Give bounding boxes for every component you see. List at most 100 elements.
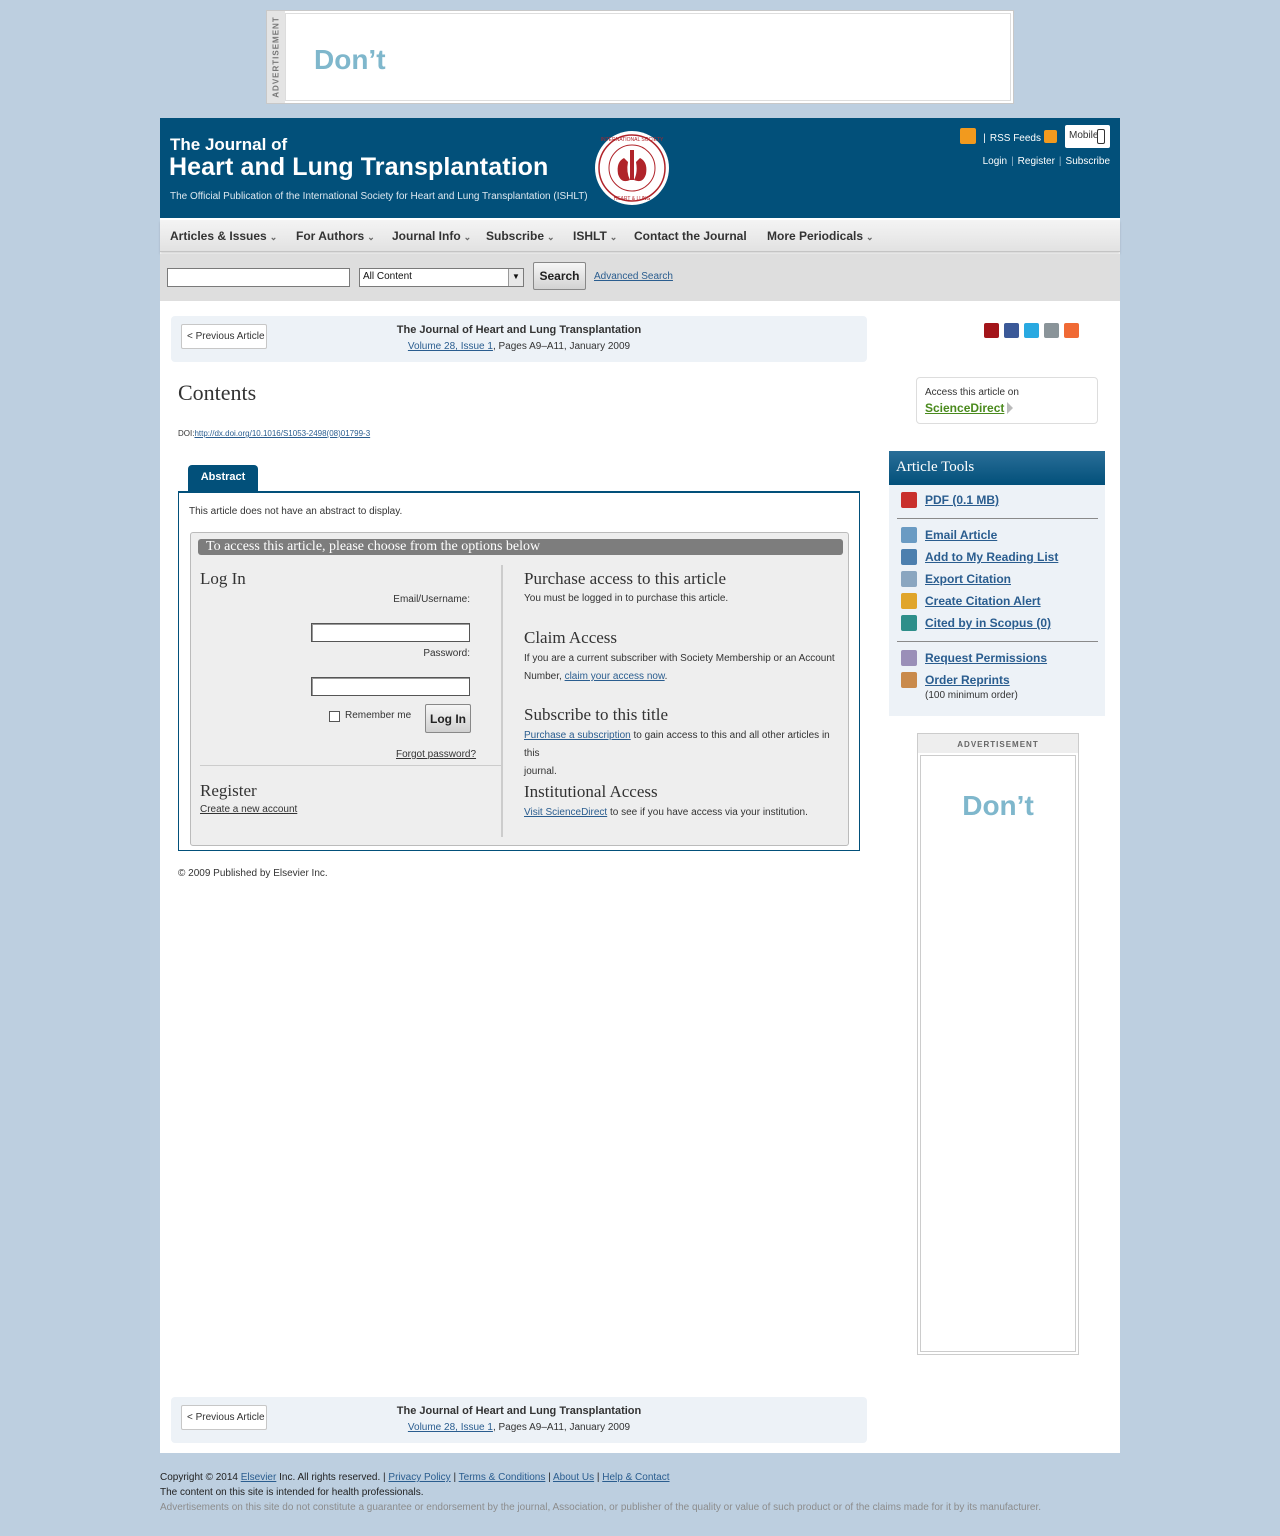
top-advertisement[interactable]: ADVERTISEMENT Don’t — [266, 10, 1014, 104]
elsevier-link[interactable]: Elsevier — [241, 1472, 277, 1483]
ishlt-seal-logo: INTERNATIONAL SOCIETY HEART & LUNG — [595, 131, 669, 205]
ad-content[interactable]: Don’t — [920, 755, 1076, 1352]
tool-cited-by-scopus[interactable]: Cited by in Scopus (0) — [901, 615, 1051, 631]
ad-text: Don’t — [314, 44, 386, 75]
email-field[interactable] — [311, 623, 470, 642]
tool-request-permissions[interactable]: Request Permissions — [901, 650, 1047, 666]
divider — [200, 765, 502, 766]
arrow-right-icon — [1007, 402, 1014, 414]
tool-reading-list[interactable]: Add to My Reading List — [901, 549, 1058, 565]
article-nav-top: < Previous Article The Journal of Heart … — [171, 316, 867, 362]
nav-contact-journal[interactable]: Contact the Journal — [634, 229, 747, 243]
claim-access-link[interactable]: claim your access now — [565, 671, 665, 682]
sciencedirect-caption: Access this article on — [925, 387, 1019, 398]
login-button[interactable]: Log In — [425, 704, 471, 733]
page-container: The Journal of Heart and Lung Transplant… — [160, 118, 1120, 1453]
tool-email-article[interactable]: Email Article — [901, 527, 997, 543]
about-us-link[interactable]: About Us — [553, 1472, 594, 1483]
divider — [897, 641, 1098, 642]
help-contact-link[interactable]: Help & Contact — [602, 1472, 669, 1483]
search-input[interactable] — [167, 268, 350, 287]
permissions-icon — [901, 650, 917, 666]
forgot-password-link[interactable]: Forgot password? — [396, 746, 476, 764]
rss-feed-icon[interactable] — [1044, 130, 1057, 143]
more-share-icon[interactable] — [1064, 323, 1079, 338]
article-nav-volume: Volume 28, Issue 1, Pages A9–A11, Januar… — [171, 341, 867, 352]
citation-alert-icon — [901, 593, 917, 609]
nav-articles-issues[interactable]: Articles & Issues ⌄ — [170, 229, 277, 243]
tool-citation-alert[interactable]: Create Citation Alert — [901, 593, 1041, 609]
subscribe-text: Purchase a subscription to gain access t… — [524, 730, 830, 777]
tool-order-reprints[interactable]: Order Reprints — [901, 672, 1010, 688]
sciencedirect-box: Access this article on ScienceDirect — [916, 377, 1098, 424]
no-abstract-message: This article does not have an abstract t… — [189, 506, 403, 517]
tab-abstract[interactable]: Abstract — [188, 465, 258, 491]
purchase-subscription-link[interactable]: Purchase a subscription — [524, 730, 631, 741]
svg-text:HEART & LUNG: HEART & LUNG — [614, 196, 651, 202]
institutional-heading: Institutional Access — [524, 782, 658, 801]
side-advertisement[interactable]: ADVERTISEMENT Don’t — [917, 733, 1079, 1355]
facebook-icon[interactable] — [1004, 323, 1019, 338]
email-icon[interactable] — [1044, 323, 1059, 338]
claim-heading: Claim Access — [524, 628, 618, 647]
create-account-link[interactable]: Create a new account — [200, 801, 297, 819]
divider — [897, 518, 1098, 519]
nav-journal-info[interactable]: Journal Info ⌄ — [392, 229, 471, 243]
nav-ishlt[interactable]: ISHLT ⌄ — [573, 229, 617, 243]
search-scope-value: All Content — [363, 271, 412, 282]
mendeley-icon[interactable] — [984, 323, 999, 338]
visit-sciencedirect-link[interactable]: Visit ScienceDirect — [524, 807, 607, 818]
chevron-down-icon: ⌄ — [269, 232, 278, 242]
account-links: Login | Register | Subscribe — [982, 156, 1110, 167]
nav-subscribe[interactable]: Subscribe ⌄ — [486, 229, 555, 243]
search-button[interactable]: Search — [533, 262, 586, 290]
register-link[interactable]: Register — [1018, 156, 1055, 167]
login-link[interactable]: Login — [983, 156, 1007, 167]
dropdown-arrow-icon[interactable]: ▼ — [508, 269, 523, 286]
chevron-down-icon: ⌄ — [367, 232, 375, 242]
journal-title-line1[interactable]: The Journal of — [170, 135, 287, 155]
tool-pdf[interactable]: PDF (0.1 MB) — [901, 492, 999, 508]
email-label: Email/Username: — [393, 594, 470, 605]
nav-for-authors[interactable]: For Authors ⌄ — [296, 229, 375, 243]
twitter-icon[interactable] — [1024, 323, 1039, 338]
svg-text:INTERNATIONAL SOCIETY: INTERNATIONAL SOCIETY — [601, 137, 664, 143]
rss-reader-icon[interactable] — [960, 128, 976, 144]
doi-label: DOI: — [178, 429, 195, 438]
password-field[interactable] — [311, 677, 470, 696]
tool-export-citation[interactable]: Export Citation — [901, 571, 1011, 587]
chevron-down-icon: ⌄ — [463, 232, 472, 242]
volume-issue-link[interactable]: Volume 28, Issue 1 — [408, 1422, 493, 1433]
sciencedirect-link[interactable]: ScienceDirect — [925, 401, 1014, 415]
chevron-down-icon: ⌄ — [866, 232, 874, 242]
article-pages: , Pages A9–A11, January 2009 — [492, 341, 631, 352]
mobile-phone-icon — [1097, 129, 1105, 144]
subscribe-link[interactable]: Subscribe — [1066, 156, 1110, 167]
publication-copyright: © 2009 Published by Elsevier Inc. — [178, 868, 328, 879]
terms-link[interactable]: Terms & Conditions — [459, 1472, 546, 1483]
password-label: Password: — [423, 648, 470, 659]
article-tools: Article Tools PDF (0.1 MB) Email Article… — [889, 451, 1105, 716]
nav-more-periodicals[interactable]: More Periodicals ⌄ — [767, 229, 874, 243]
privacy-policy-link[interactable]: Privacy Policy — [388, 1472, 450, 1483]
ad-text: Don’t — [962, 790, 1034, 821]
abstract-panel: This article does not have an abstract t… — [178, 491, 860, 851]
search-scope-select[interactable]: All Content ▼ — [359, 268, 524, 287]
share-icons — [984, 323, 1084, 341]
volume-issue-link[interactable]: Volume 28, Issue 1 — [408, 341, 493, 352]
rss-feeds-link[interactable]: RSS Feeds — [990, 133, 1041, 144]
remember-me-checkbox[interactable] — [329, 711, 340, 722]
footer-copyright: Copyright © 2014 Elsevier Inc. All right… — [160, 1472, 670, 1483]
article-nav-journal: The Journal of Heart and Lung Transplant… — [396, 324, 642, 336]
main-nav: Articles & Issues ⌄ For Authors ⌄ Journal … — [160, 220, 1120, 252]
access-options-heading: To access this article, please choose fr… — [198, 539, 843, 555]
doi: DOI:http://dx.doi.org/10.1016/S1053-2498… — [178, 429, 370, 438]
ad-content[interactable]: Don’t — [285, 13, 1011, 101]
journal-title-line2[interactable]: Heart and Lung Transplantation — [169, 153, 548, 182]
ad-label: ADVERTISEMENT — [267, 11, 285, 103]
article-nav-journal: The Journal of Heart and Lung Transplant… — [396, 1405, 642, 1417]
advanced-search-link[interactable]: Advanced Search — [594, 271, 673, 282]
doi-link[interactable]: http://dx.doi.org/10.1016/S1053-2498(08)… — [194, 429, 370, 438]
access-options-box: To access this article, please choose fr… — [190, 532, 849, 846]
mobile-button[interactable]: Mobile — [1065, 125, 1110, 148]
